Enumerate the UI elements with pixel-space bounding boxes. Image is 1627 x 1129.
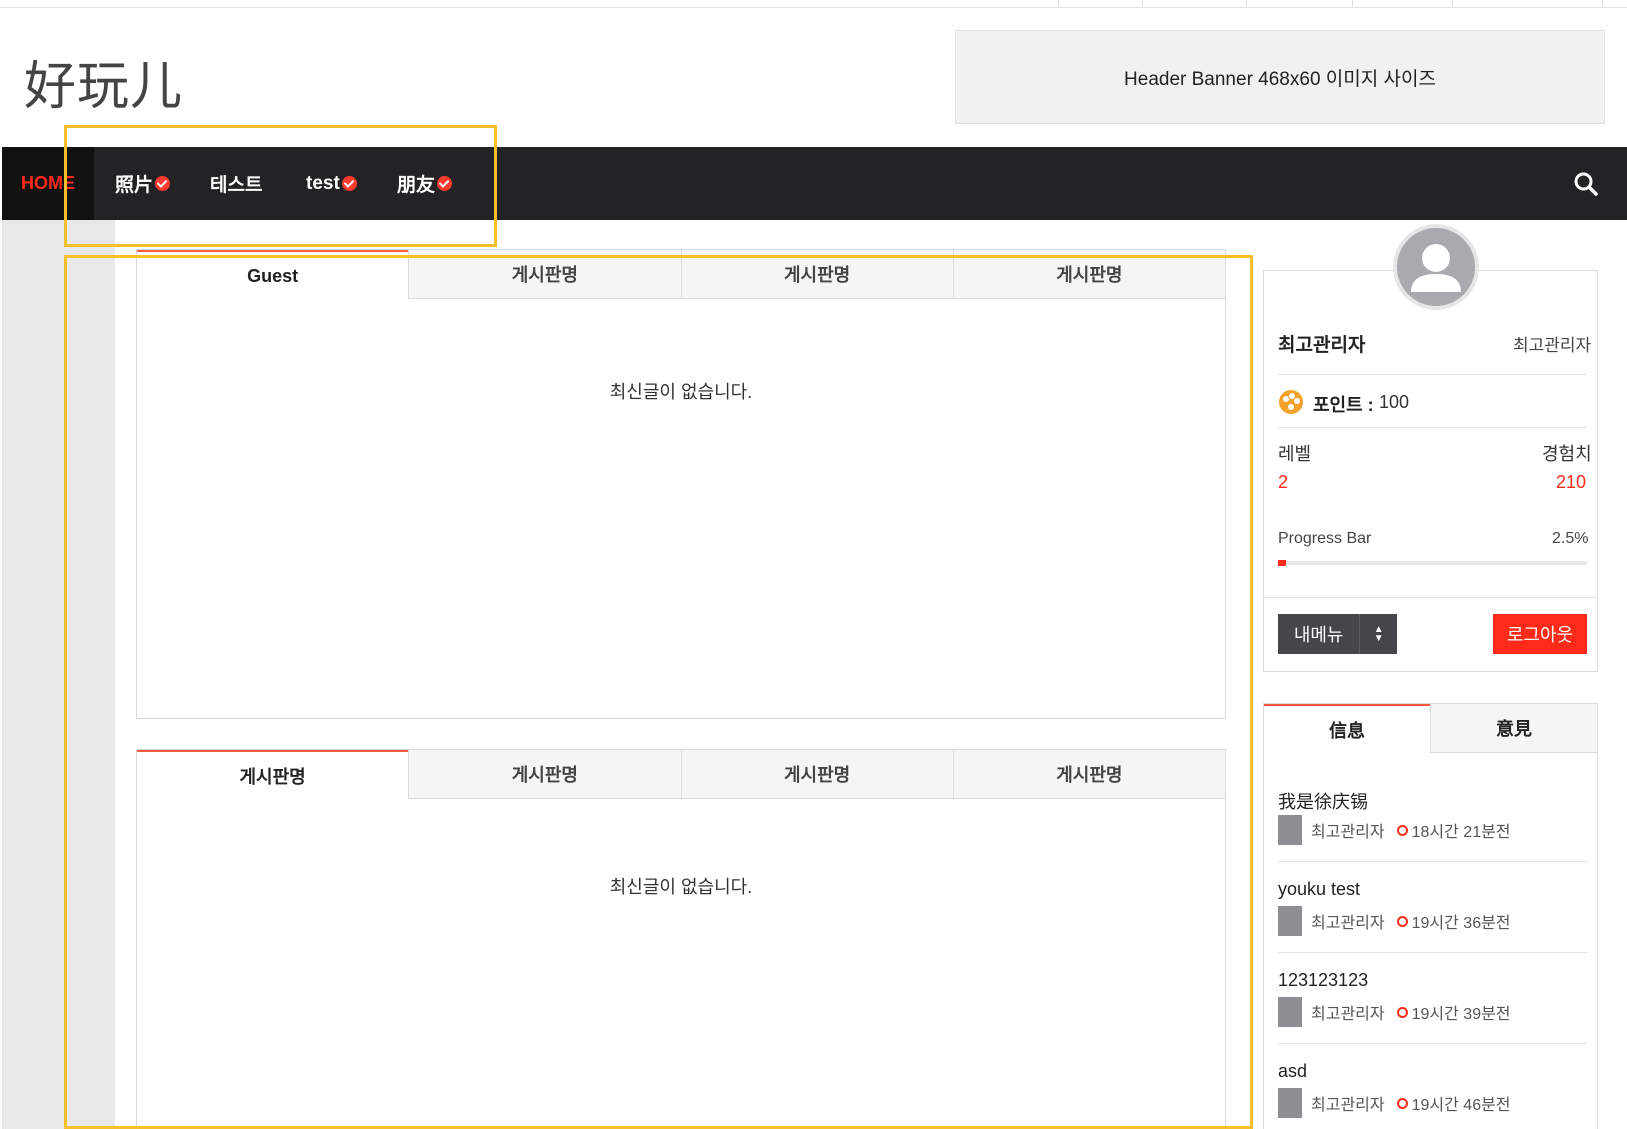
- post-time: 19시간 46분전: [1411, 1097, 1511, 1114]
- site-logo[interactable]: 好玩儿: [24, 44, 183, 119]
- post-author: 최고관리자: [1311, 915, 1385, 932]
- highlight-box-nav: [64, 125, 497, 247]
- progress-fill: [1278, 560, 1286, 566]
- profile-name: 최고관리자: [1278, 335, 1366, 356]
- avatar[interactable]: [1393, 224, 1479, 310]
- post-title[interactable]: 我是徐庆锡: [1278, 788, 1368, 814]
- search-icon[interactable]: [1573, 171, 1599, 197]
- top-bar: [0, 0, 1627, 8]
- clock-icon: [1396, 1006, 1408, 1018]
- post-author: 최고관리자: [1311, 824, 1385, 841]
- info-tabs: 信息 意見: [1264, 704, 1597, 753]
- post-meta: 최고관리자 19시간 36분전: [1278, 906, 1511, 936]
- divider: [1278, 1043, 1587, 1044]
- clock-icon: [1396, 824, 1408, 836]
- divider: [1263, 597, 1598, 598]
- header-banner-text: Header Banner 468x60 이미지 사이즈: [1124, 68, 1436, 90]
- post-title[interactable]: 123123123: [1278, 970, 1368, 991]
- user-icon: [1411, 244, 1461, 292]
- points-value: 100: [1379, 392, 1410, 412]
- points-icon: [1279, 390, 1303, 414]
- divider: [1278, 427, 1587, 428]
- post-title[interactable]: asd: [1278, 1061, 1307, 1082]
- user-icon: [1278, 997, 1302, 1027]
- exp-label: 경험치: [1542, 444, 1592, 464]
- sort-arrows-icon: ▲ ▼: [1359, 614, 1397, 654]
- divider: [1278, 952, 1587, 953]
- clock-icon: [1396, 915, 1408, 927]
- post-author: 최고관리자: [1311, 1097, 1385, 1114]
- clock-icon: [1396, 1097, 1408, 1109]
- user-icon: [1278, 906, 1302, 936]
- progress-label: Progress Bar: [1278, 530, 1372, 547]
- progress-text: 2.5%: [1552, 530, 1589, 547]
- post-meta: 최고관리자 19시간 39분전: [1278, 997, 1511, 1027]
- post-time: 19시간 36분전: [1411, 915, 1511, 932]
- post-time: 19시간 39분전: [1411, 1006, 1511, 1023]
- post-title[interactable]: youku test: [1278, 879, 1360, 900]
- post-time: 18시간 21분전: [1411, 824, 1511, 841]
- highlight-box-content: [64, 255, 1253, 1129]
- post-meta: 최고관리자 19시간 46분전: [1278, 1088, 1511, 1118]
- tab-opinion[interactable]: 意見: [1430, 704, 1597, 753]
- progress-track: [1278, 561, 1587, 565]
- post-meta: 최고관리자 18시간 21분전: [1278, 815, 1511, 845]
- post-author: 최고관리자: [1311, 1006, 1385, 1023]
- exp-value: 210: [1556, 472, 1587, 492]
- level-label: 레벨: [1278, 444, 1312, 464]
- logout-button[interactable]: 로그아웃: [1493, 614, 1587, 654]
- level-value: 2: [1278, 472, 1289, 492]
- profile-role: 최고관리자: [1513, 336, 1592, 355]
- my-menu-button[interactable]: 내메뉴 ▲ ▼: [1278, 614, 1397, 654]
- points-label: 포인트 :: [1313, 395, 1374, 415]
- my-menu-label: 내메뉴: [1293, 625, 1344, 645]
- header-banner[interactable]: Header Banner 468x60 이미지 사이즈: [955, 30, 1605, 124]
- divider: [1278, 374, 1587, 375]
- user-icon: [1278, 815, 1302, 845]
- user-icon: [1278, 1088, 1302, 1118]
- divider: [1278, 861, 1587, 862]
- tab-info[interactable]: 信息: [1264, 704, 1430, 753]
